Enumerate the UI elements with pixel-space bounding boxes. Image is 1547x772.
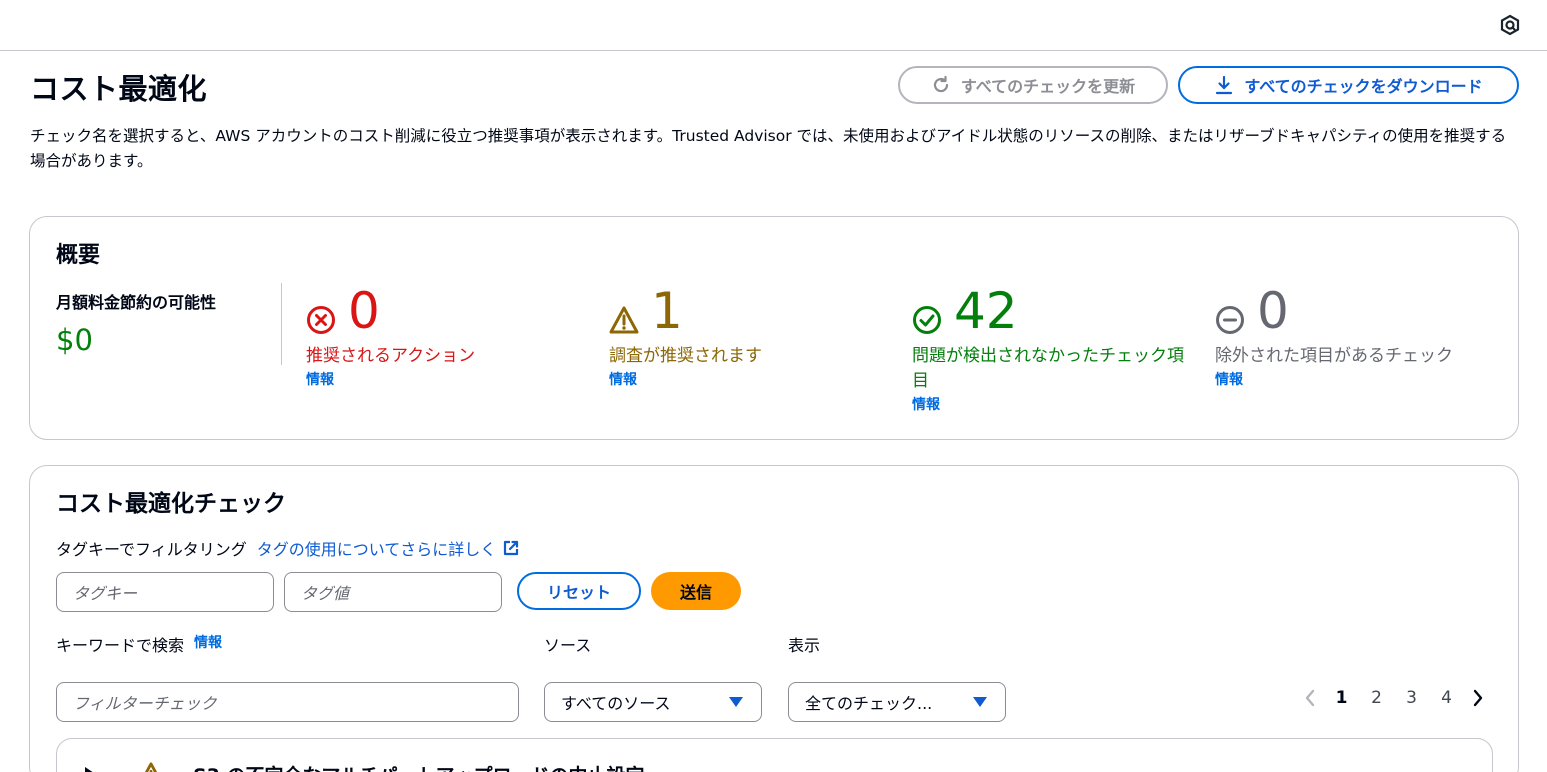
tag-key-input[interactable]: タグキー bbox=[56, 572, 274, 612]
refresh-all-checks-button[interactable]: すべてのチェックを更新 bbox=[898, 66, 1168, 104]
download-all-checks-button[interactable]: すべてのチェックをダウンロード bbox=[1178, 66, 1519, 104]
monthly-savings-value: $0 bbox=[56, 323, 93, 357]
keyword-search-label: キーワードで検索 bbox=[56, 636, 185, 655]
overview-title: 概要 bbox=[56, 243, 101, 268]
warning-triangle-icon bbox=[144, 762, 158, 772]
tag-filter-row: タグキーでフィルタリング タグの使用についてさらに詳しく bbox=[56, 536, 520, 560]
minus-circle-icon bbox=[1216, 306, 1244, 334]
metric-investigation-recommended: 1 調査が推奨されます 情報 bbox=[609, 283, 762, 391]
page-2-button[interactable]: 2 bbox=[1359, 688, 1394, 708]
caret-right-icon[interactable] bbox=[85, 767, 97, 772]
filter-checks-input[interactable]: フィルターチェック bbox=[56, 682, 519, 722]
check-circle-icon bbox=[913, 306, 941, 334]
refresh-icon bbox=[933, 75, 948, 93]
display-select-value: 全てのチェック... bbox=[805, 694, 933, 713]
top-navigation-bar bbox=[0, 0, 1547, 51]
tag-learn-more-text: タグの使用についてさらに詳しく bbox=[256, 540, 497, 559]
metric-count: 1 bbox=[651, 282, 683, 340]
caret-down-icon bbox=[973, 697, 987, 707]
metric-count: 42 bbox=[954, 282, 1018, 340]
check-row-title[interactable]: S3 の不完全なマルチパートアップロードの中止設定 bbox=[193, 761, 645, 772]
metric-count: 0 bbox=[1257, 282, 1289, 340]
info-link[interactable]: 情報 bbox=[306, 369, 475, 391]
metric-excluded-items: 0 除外された項目があるチェック 情報 bbox=[1215, 283, 1453, 391]
display-select[interactable]: 全てのチェック... bbox=[788, 682, 1006, 722]
metric-label: 除外された項目があるチェック bbox=[1215, 346, 1453, 366]
overview-divider bbox=[281, 283, 282, 365]
metric-no-problems: 42 問題が検出されなかったチェック項目 情報 bbox=[912, 283, 1192, 416]
caret-down-icon bbox=[729, 697, 743, 707]
display-label: 表示 bbox=[788, 636, 821, 655]
source-label: ソース bbox=[544, 636, 592, 655]
page-1-button[interactable]: 1 bbox=[1324, 688, 1359, 708]
source-select-value: すべてのソース bbox=[561, 694, 671, 713]
pagination: 1 2 3 4 bbox=[1296, 688, 1492, 708]
download-all-checks-label: すべてのチェックをダウンロード bbox=[1244, 77, 1483, 96]
tag-filter-label: タグキーでフィルタリング bbox=[56, 540, 247, 559]
reset-button[interactable]: リセット bbox=[517, 572, 641, 610]
page-title: コスト最適化 bbox=[30, 72, 208, 106]
metric-label: 問題が検出されなかったチェック項目 bbox=[912, 346, 1184, 391]
overview-card: 概要 月額料金節約の可能性 $0 0 推奨されるアクション 情報 1 調査が推奨… bbox=[29, 216, 1519, 440]
check-row[interactable]: S3 の不完全なマルチパートアップロードの中止設定 bbox=[56, 738, 1493, 772]
chevron-right-icon[interactable] bbox=[1464, 689, 1492, 707]
refresh-all-checks-label: すべてのチェックを更新 bbox=[960, 77, 1136, 96]
chevron-left-icon[interactable] bbox=[1296, 689, 1324, 707]
settings-hexagon-icon[interactable] bbox=[1499, 14, 1521, 36]
page-4-button[interactable]: 4 bbox=[1429, 688, 1464, 708]
checks-title: コスト最適化チェック bbox=[56, 491, 286, 517]
source-select[interactable]: すべてのソース bbox=[544, 682, 762, 722]
metric-action-recommended: 0 推奨されるアクション 情報 bbox=[306, 283, 475, 391]
submit-button[interactable]: 送信 bbox=[651, 572, 741, 610]
cost-optimization-checks-card: コスト最適化チェック タグキーでフィルタリング タグの使用についてさらに詳しく … bbox=[29, 465, 1519, 772]
monthly-savings-label: 月額料金節約の可能性 bbox=[56, 293, 217, 312]
error-circle-icon bbox=[307, 306, 335, 334]
warning-triangle-icon bbox=[609, 306, 639, 334]
metric-count: 0 bbox=[348, 282, 380, 340]
tag-learn-more-link[interactable]: タグの使用についてさらに詳しく bbox=[257, 536, 521, 560]
metric-label: 調査が推奨されます bbox=[609, 346, 762, 366]
external-link-icon bbox=[504, 540, 519, 556]
metric-label: 推奨されるアクション bbox=[306, 346, 476, 366]
tag-value-input[interactable]: タグ値 bbox=[284, 572, 502, 612]
info-link[interactable]: 情報 bbox=[609, 369, 762, 391]
page-description: チェック名を選択すると、AWS アカウントのコスト削減に役立つ推奨事項が表示され… bbox=[30, 127, 1507, 170]
keyword-info-link[interactable]: 情報 bbox=[194, 632, 222, 652]
info-link[interactable]: 情報 bbox=[1215, 369, 1453, 391]
download-icon bbox=[1216, 75, 1233, 95]
keyword-search-label-row: キーワードで検索 情報 bbox=[56, 632, 222, 656]
page-3-button[interactable]: 3 bbox=[1394, 688, 1429, 708]
info-link[interactable]: 情報 bbox=[912, 394, 1192, 416]
